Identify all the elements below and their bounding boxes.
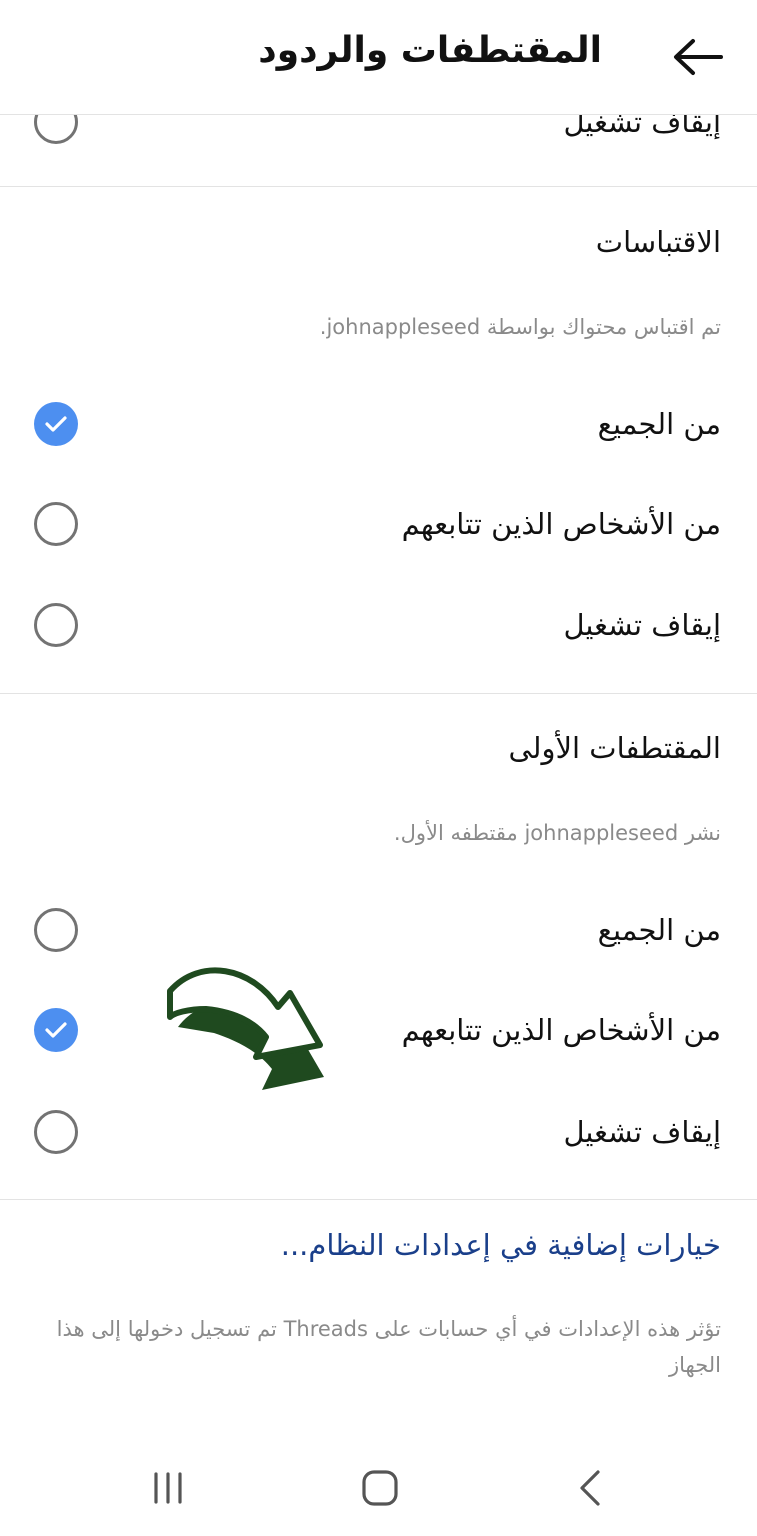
divider <box>0 693 757 694</box>
option-label: إيقاف تشغيل <box>563 608 721 642</box>
home-icon[interactable] <box>356 1464 404 1512</box>
checkmark-icon <box>45 416 67 432</box>
radio-button[interactable] <box>34 908 78 952</box>
option-label: إيقاف تشغيل <box>563 1115 721 1149</box>
first-threads-option-off[interactable]: إيقاف تشغيل <box>0 1087 757 1177</box>
section-description-first-threads: نشر johnappleseed مقتطفه الأول. <box>393 821 721 845</box>
radio-button[interactable] <box>34 603 78 647</box>
option-label: من الأشخاص الذين تتابعهم <box>401 1013 721 1047</box>
nav-back-icon[interactable] <box>568 1464 616 1512</box>
curved-arrow-icon <box>167 967 324 1090</box>
section-description-quotes: تم اقتباس محتواك بواسطة johnappleseed. <box>319 315 721 339</box>
quotes-option-everyone[interactable]: من الجميع <box>0 379 757 469</box>
section-title-first-threads: المقتطفات الأولى <box>508 731 721 765</box>
first-threads-option-everyone[interactable]: من الجميع <box>0 885 757 975</box>
recents-icon[interactable] <box>144 1464 192 1512</box>
quotes-option-following[interactable]: من الأشخاص الذين تتابعهم <box>0 479 757 569</box>
radio-button-selected[interactable] <box>34 402 78 446</box>
option-label: من الجميع <box>597 407 721 441</box>
top-app-bar: المقتطفات والردود <box>0 0 757 115</box>
radio-button-selected[interactable] <box>34 1008 78 1052</box>
back-arrow-icon[interactable] <box>671 36 723 78</box>
system-settings-link[interactable]: خيارات إضافية في إعدادات النظام... <box>281 1228 721 1262</box>
option-label: من الأشخاص الذين تتابعهم <box>401 507 721 541</box>
first-threads-option-following[interactable]: من الأشخاص الذين تتابعهم <box>0 985 757 1075</box>
divider <box>0 186 757 187</box>
footer-note: تؤثر هذه الإعدادات في أي حسابات على Thre… <box>56 1317 721 1377</box>
radio-button[interactable] <box>34 502 78 546</box>
divider <box>0 1199 757 1200</box>
option-label: من الجميع <box>597 913 721 947</box>
option-top-off[interactable]: إيقاف تشغيل <box>0 115 757 167</box>
section-title-quotes: الاقتباسات <box>595 225 721 259</box>
page-title: المقتطفات والردود <box>258 30 602 71</box>
radio-button[interactable] <box>34 1110 78 1154</box>
option-label: إيقاف تشغيل <box>563 115 721 139</box>
radio-button[interactable] <box>34 115 78 144</box>
system-navigation-bar <box>0 1440 757 1536</box>
quotes-option-off[interactable]: إيقاف تشغيل <box>0 580 757 670</box>
settings-list: إيقاف تشغيل الاقتباسات تم اقتباس محتواك … <box>0 115 757 1475</box>
checkmark-icon <box>45 1022 67 1038</box>
